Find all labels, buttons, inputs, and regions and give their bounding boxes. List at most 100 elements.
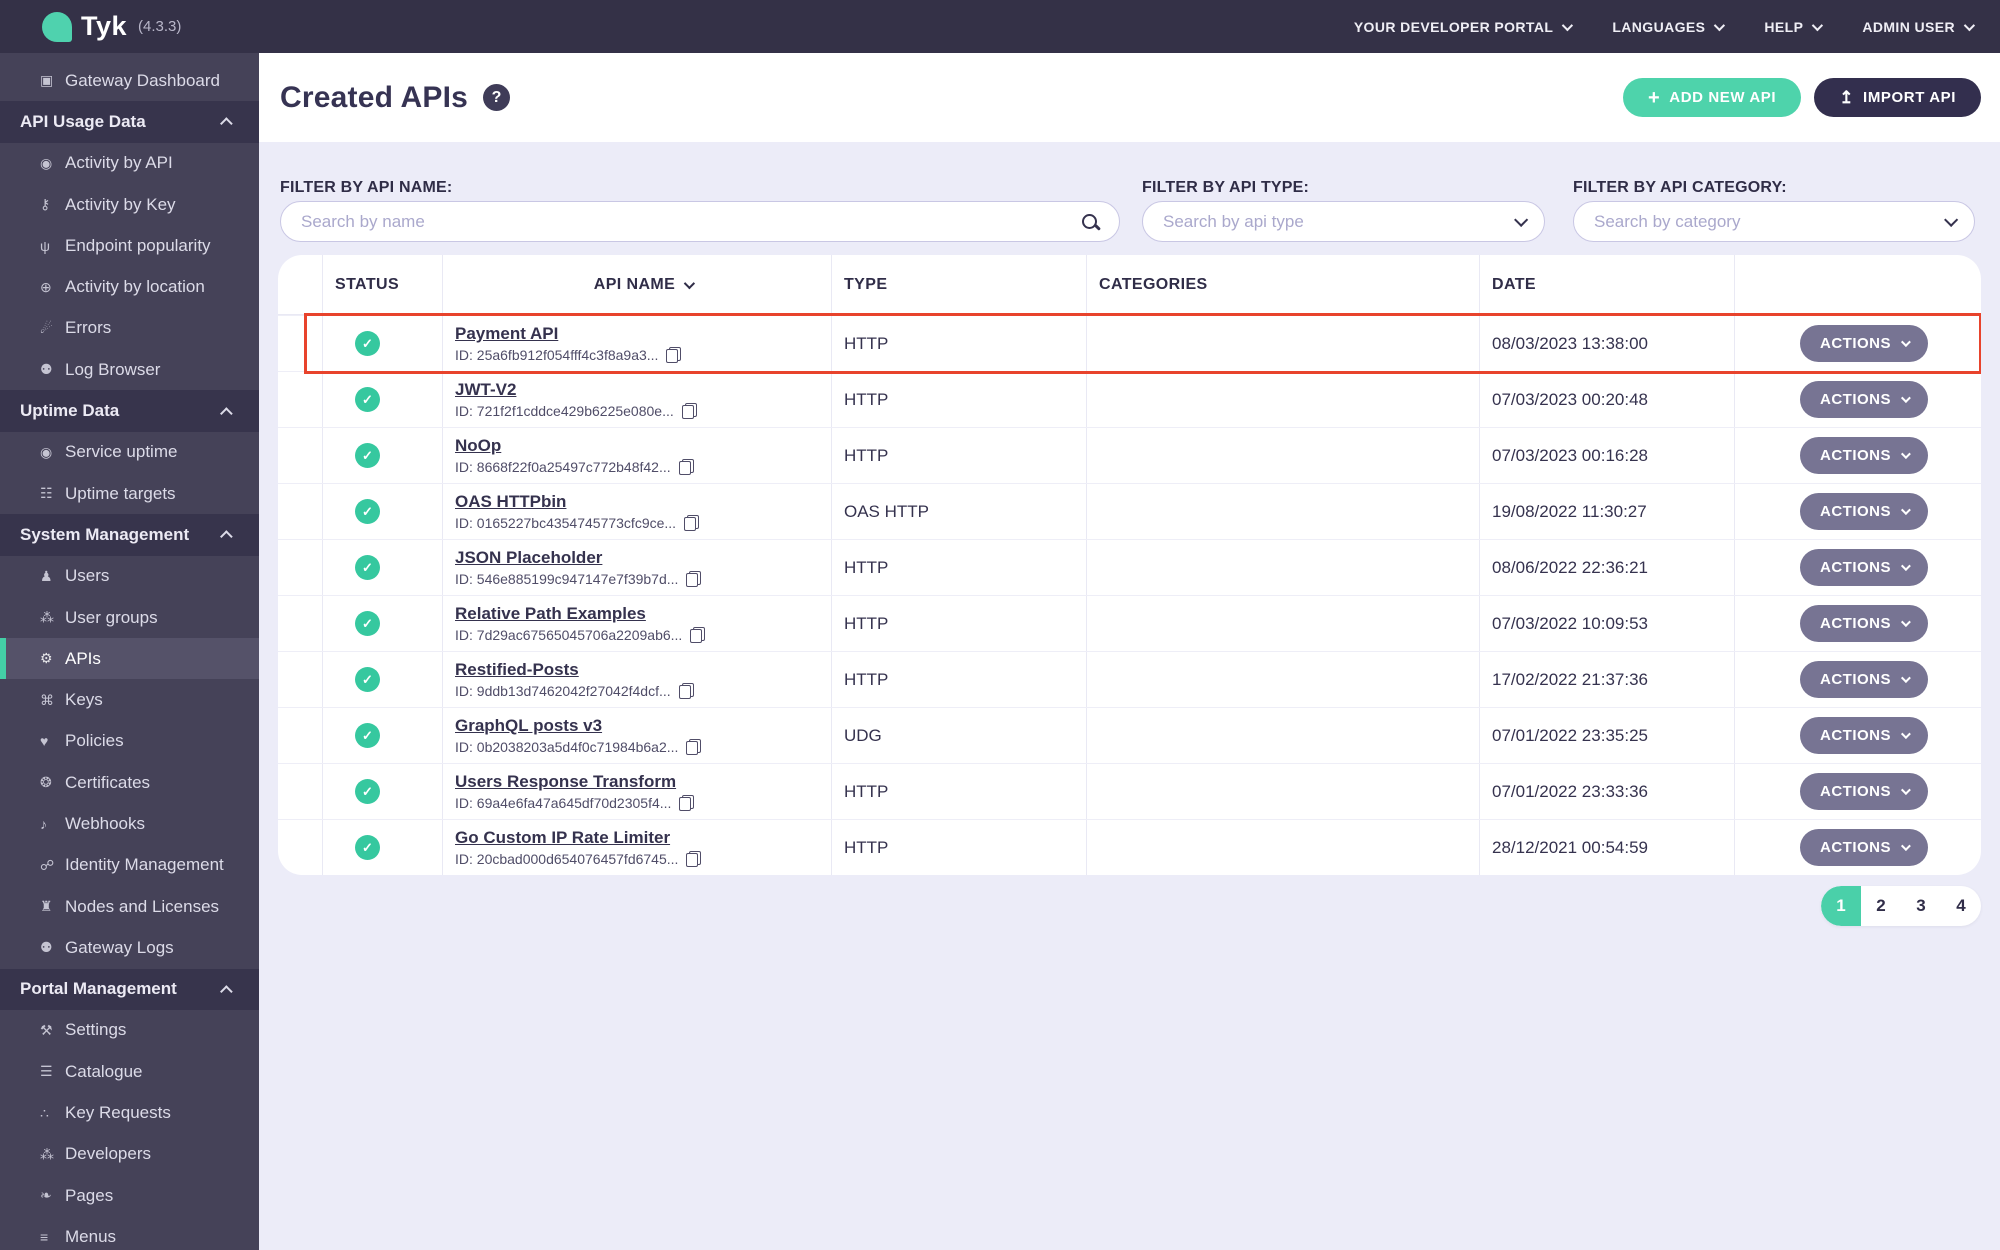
status-cell	[323, 708, 443, 763]
sidebar-item[interactable]: System Management	[0, 514, 259, 556]
add-new-api-button[interactable]: ADD NEW API	[1623, 78, 1802, 117]
sidebar-item[interactable]: ⚉ Gateway Logs	[0, 927, 259, 968]
copy-icon[interactable]	[681, 403, 697, 419]
sidebar-item[interactable]: ☄ Errors	[0, 308, 259, 349]
column-api-name[interactable]: API NAME	[443, 255, 832, 314]
sidebar-item[interactable]: ⁂ Developers	[0, 1134, 259, 1175]
sidebar-item[interactable]: ♪ Webhooks	[0, 803, 259, 844]
plus-icon	[1648, 88, 1660, 108]
sidebar-item[interactable]: ◉ Service uptime	[0, 432, 259, 473]
sidebar-item[interactable]: ▣ Gateway Dashboard	[0, 60, 259, 101]
gateway-log-icon: ⚉	[40, 939, 53, 956]
sidebar-item[interactable]: ☰ Catalogue	[0, 1051, 259, 1092]
sidebar-item[interactable]: ⚉ Log Browser	[0, 349, 259, 390]
help-icon[interactable]: ?	[483, 84, 511, 111]
chevron-down-icon	[1900, 337, 1911, 348]
actions-button[interactable]: ACTIONS	[1800, 549, 1928, 586]
copy-icon[interactable]	[679, 795, 695, 811]
actions-button[interactable]: ACTIONS	[1800, 717, 1928, 754]
sidebar-item[interactable]: ◉ Activity by API	[0, 143, 259, 184]
api-id-text: ID: 0b2038203a5d4f0c71984b6a2...	[455, 739, 679, 755]
actions-button[interactable]: ACTIONS	[1800, 325, 1928, 362]
sidebar-item[interactable]: ♥ Policies	[0, 721, 259, 762]
sidebar-item[interactable]: ⌘ Keys	[0, 679, 259, 720]
categories-cell	[1087, 428, 1480, 483]
actions-button[interactable]: ACTIONS	[1800, 773, 1928, 810]
topbar-menu-item[interactable]: YOUR DEVELOPER PORTAL	[1354, 19, 1574, 35]
topbar-menu-item[interactable]: HELP	[1764, 19, 1824, 35]
search-icon[interactable]	[1081, 213, 1099, 231]
sidebar-item[interactable]: ⁂ User groups	[0, 597, 259, 638]
sidebar-item[interactable]: ☍ Identity Management	[0, 845, 259, 886]
table-row: Restified-Posts ID: 9ddb13d7462042f27042…	[278, 651, 1981, 707]
sidebar-item-label: Settings	[65, 1020, 127, 1040]
tyk-logo[interactable]: Tyk (4.3.3)	[42, 11, 181, 42]
sidebar-item[interactable]: ♜ Nodes and Licenses	[0, 886, 259, 927]
actions-button[interactable]: ACTIONS	[1800, 437, 1928, 474]
actions-button[interactable]: ACTIONS	[1800, 493, 1928, 530]
api-type-select[interactable]: Search by api type	[1142, 201, 1545, 242]
copy-icon[interactable]	[684, 515, 700, 531]
actions-button[interactable]: ACTIONS	[1800, 829, 1928, 866]
sidebar-item[interactable]: ❧ Pages	[0, 1175, 259, 1216]
page-number[interactable]: 3	[1901, 886, 1941, 926]
copy-icon[interactable]	[678, 683, 694, 699]
uptime-icon: ◉	[40, 443, 53, 460]
sort-chevron-icon[interactable]	[683, 277, 696, 289]
sidebar-item[interactable]: ⚙ APIs	[0, 638, 259, 680]
targets-icon: ☷	[40, 485, 53, 502]
sidebar-item[interactable]: ☷ Uptime targets	[0, 473, 259, 514]
actions-button[interactable]: ACTIONS	[1800, 381, 1928, 418]
api-name-search-input[interactable]	[301, 211, 1081, 232]
pages-icon: ❧	[40, 1187, 52, 1204]
chevron-down-icon	[1900, 841, 1911, 852]
sidebar-item[interactable]: ∴ Key Requests	[0, 1092, 259, 1133]
sidebar-item[interactable]: ψ Endpoint popularity	[0, 225, 259, 266]
sidebar-item[interactable]: ♟ Users	[0, 556, 259, 597]
api-name-link[interactable]: Payment API	[455, 324, 558, 344]
sidebar-item-label: Key Requests	[65, 1103, 171, 1123]
sidebar-item[interactable]: ⊕ Activity by location	[0, 266, 259, 307]
import-api-button[interactable]: IMPORT API	[1814, 78, 1981, 117]
sidebar-item[interactable]: ⚒ Settings	[0, 1010, 259, 1051]
topbar-menu-label: ADMIN USER	[1862, 18, 1955, 35]
api-name-link[interactable]: JSON Placeholder	[455, 548, 602, 568]
certificate-icon: ❂	[40, 774, 52, 791]
topbar-menu-item[interactable]: LANGUAGES	[1612, 19, 1726, 35]
api-name-link[interactable]: OAS HTTPbin	[455, 492, 566, 512]
actions-button[interactable]: ACTIONS	[1800, 661, 1928, 698]
copy-icon[interactable]	[678, 459, 694, 475]
api-name-link[interactable]: Go Custom IP Rate Limiter	[455, 828, 670, 848]
api-category-select[interactable]: Search by category	[1573, 201, 1975, 242]
page-number[interactable]: 2	[1861, 886, 1901, 926]
copy-icon[interactable]	[686, 851, 702, 867]
copy-icon[interactable]	[686, 739, 702, 755]
chevron-down-icon	[1900, 785, 1911, 796]
actions-button[interactable]: ACTIONS	[1800, 605, 1928, 642]
chevron-down-icon	[1562, 19, 1574, 31]
api-name-link[interactable]: JWT-V2	[455, 380, 516, 400]
sidebar-item[interactable]: API Usage Data	[0, 101, 259, 143]
sidebar-item[interactable]: ≡ Menus	[0, 1216, 259, 1250]
api-name-link[interactable]: NoOp	[455, 436, 501, 456]
sidebar-item[interactable]: Uptime Data	[0, 390, 259, 432]
topbar-menu-item[interactable]: ADMIN USER	[1862, 18, 1976, 35]
copy-icon[interactable]	[686, 571, 702, 587]
sidebar-item[interactable]: ⚷ Activity by Key	[0, 184, 259, 225]
copy-icon[interactable]	[690, 627, 706, 643]
copy-icon[interactable]	[666, 347, 682, 363]
api-name-link[interactable]: Restified-Posts	[455, 660, 579, 680]
catalogue-icon: ☰	[40, 1063, 53, 1080]
page-number[interactable]: 1	[1821, 886, 1861, 926]
api-name-link[interactable]: Users Response Transform	[455, 772, 676, 792]
api-name-link[interactable]: Relative Path Examples	[455, 604, 646, 624]
actions-cell: ACTIONS	[1735, 428, 1981, 483]
table-row: OAS HTTPbin ID: 0165227bc4354745773cfc9c…	[278, 483, 1981, 539]
chevron-up-icon	[220, 117, 233, 131]
api-name-link[interactable]: GraphQL posts v3	[455, 716, 602, 736]
check-circle-icon	[355, 611, 380, 636]
api-id-text: ID: 546e885199c947147e7f39b7d...	[455, 571, 679, 587]
sidebar-item[interactable]: ❂ Certificates	[0, 762, 259, 803]
sidebar-item[interactable]: Portal Management	[0, 968, 259, 1010]
page-number[interactable]: 4	[1941, 886, 1981, 926]
